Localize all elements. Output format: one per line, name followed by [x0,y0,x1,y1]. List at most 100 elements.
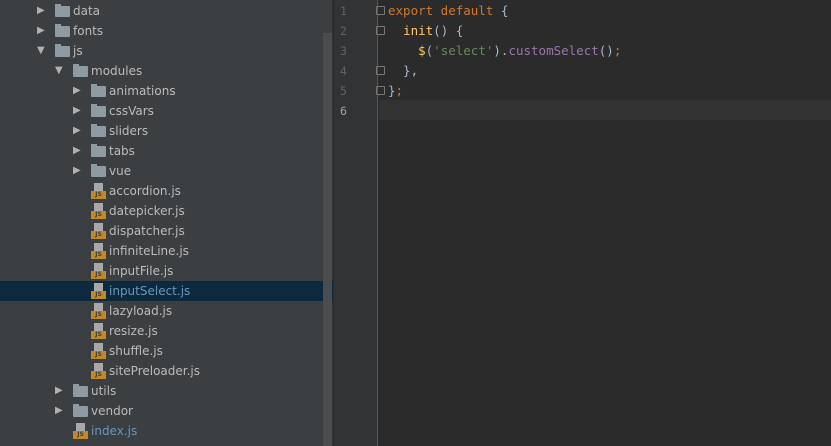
code-token: () { [433,23,464,38]
chevron-right-icon[interactable]: ▶ [73,121,81,141]
project-tree: ▶ data ▶ fonts ▼ js ▼ modules ▶ animations ▶ cssVar… [0,0,333,446]
fold-marker-icon[interactable] [376,6,385,15]
folder-icon [55,24,70,37]
tree-file[interactable]: JS inputFile.js [0,261,323,281]
js-file-icon: JS [91,243,106,259]
tree-item-label: inputSelect.js [109,284,191,298]
js-file-icon: JS [91,363,106,379]
code-line[interactable]: export default { [388,1,508,21]
tree-item-label: vue [109,164,132,178]
tree-file[interactable]: JS accordion.js [0,181,323,201]
tree-folder[interactable]: ▶ data [0,1,323,21]
code-token: $ [418,43,426,58]
tree-file[interactable]: JS dispatcher.js [0,221,323,241]
tree-item-label: accordion.js [109,184,181,198]
chevron-right-icon[interactable]: ▶ [73,161,81,181]
code-token: ; [395,83,404,98]
tree-item-label: sliders [109,124,149,138]
fold-marker-icon[interactable] [376,86,385,95]
fold-marker-icon[interactable] [376,66,385,75]
current-line-highlight [379,100,831,120]
tree-folder[interactable]: ▶ animations [0,81,323,101]
js-badge: JS [91,331,106,339]
folder-icon [91,124,106,137]
tree-item-label: js [73,44,83,58]
tree-folder[interactable]: ▼ modules [0,61,323,81]
code-line[interactable]: }; [388,81,403,101]
js-badge: JS [73,431,88,439]
fold-marker-icon[interactable] [376,26,385,35]
js-badge: JS [91,231,106,239]
tree-folder[interactable]: ▼ js [0,41,323,61]
js-file-icon: JS [73,423,88,439]
tree-file[interactable]: JS inputSelect.js [0,281,333,301]
tree-item-label: modules [91,64,143,78]
code-token: init [403,23,434,38]
tree-file[interactable]: JS sitePreloader.js [0,361,323,381]
tree-item-label: shuffle.js [109,344,163,358]
tree-item-label: inputFile.js [109,264,174,278]
tree-folder[interactable]: ▶ vue [0,161,323,181]
line-number: 3 [340,44,347,58]
tree-item-label: datepicker.js [109,204,185,218]
tree-item-label: infiniteLine.js [109,244,189,258]
folder-icon [55,4,70,17]
chevron-down-icon[interactable]: ▼ [37,41,45,61]
chevron-right-icon[interactable]: ▶ [37,21,45,41]
tree-item-label: animations [109,84,176,98]
chevron-right-icon[interactable]: ▶ [55,381,63,401]
code-token: ). [493,43,509,58]
js-file-icon: JS [91,183,106,199]
js-file-icon: JS [91,303,106,319]
line-number: 4 [340,64,347,78]
js-file-icon: JS [91,283,106,299]
chevron-right-icon[interactable]: ▶ [73,81,81,101]
chevron-right-icon[interactable]: ▶ [73,141,81,161]
js-badge: JS [91,351,106,359]
tree-file[interactable]: JS resize.js [0,321,323,341]
js-file-icon: JS [91,203,106,219]
code-line[interactable]: $('select').customSelect(); [388,41,621,61]
chevron-right-icon[interactable]: ▶ [73,101,81,121]
tree-folder[interactable]: ▶ tabs [0,141,323,161]
chevron-right-icon[interactable]: ▶ [55,401,63,421]
line-number: 1 [340,4,347,18]
js-file-icon: JS [91,263,106,279]
folder-icon [91,144,106,157]
tree-folder[interactable]: ▶ sliders [0,121,323,141]
folder-icon [91,104,106,117]
line-number: 2 [340,24,347,38]
code-token: { [500,3,509,18]
tree-scrollbar[interactable] [323,33,332,446]
js-file-icon: JS [91,343,106,359]
code-token: customSelect [508,43,599,58]
code-token: () [598,43,614,58]
chevron-down-icon[interactable]: ▼ [55,61,63,81]
tree-item-label: data [73,4,101,18]
tree-item-label: index.js [91,424,138,438]
tree-file[interactable]: JS datepicker.js [0,201,323,221]
js-badge: JS [91,251,106,259]
tree-file[interactable]: JS shuffle.js [0,341,323,361]
tree-folder[interactable]: ▶ cssVars [0,101,323,121]
tree-item-label: tabs [109,144,135,158]
tree-file[interactable]: JS lazyload.js [0,301,323,321]
tree-file[interactable]: JS index.js [0,421,323,441]
tree-item-label: fonts [73,24,104,38]
folder-icon [91,84,106,97]
code-token: ; [613,43,622,58]
js-file-icon: JS [91,223,106,239]
folder-icon [73,384,88,397]
tree-folder[interactable]: ▶ vendor [0,401,323,421]
code-line[interactable]: init() { [388,21,463,41]
code-line[interactable]: }, [388,61,418,81]
tree-file[interactable]: JS infiniteLine.js [0,241,323,261]
tree-folder[interactable]: ▶ utils [0,381,323,401]
folder-icon [73,64,88,77]
tree-folder[interactable]: ▶ fonts [0,21,323,41]
folder-icon [73,404,88,417]
chevron-right-icon[interactable]: ▶ [37,1,45,21]
tree-item-label: sitePreloader.js [109,364,201,378]
line-number: 5 [340,84,347,98]
